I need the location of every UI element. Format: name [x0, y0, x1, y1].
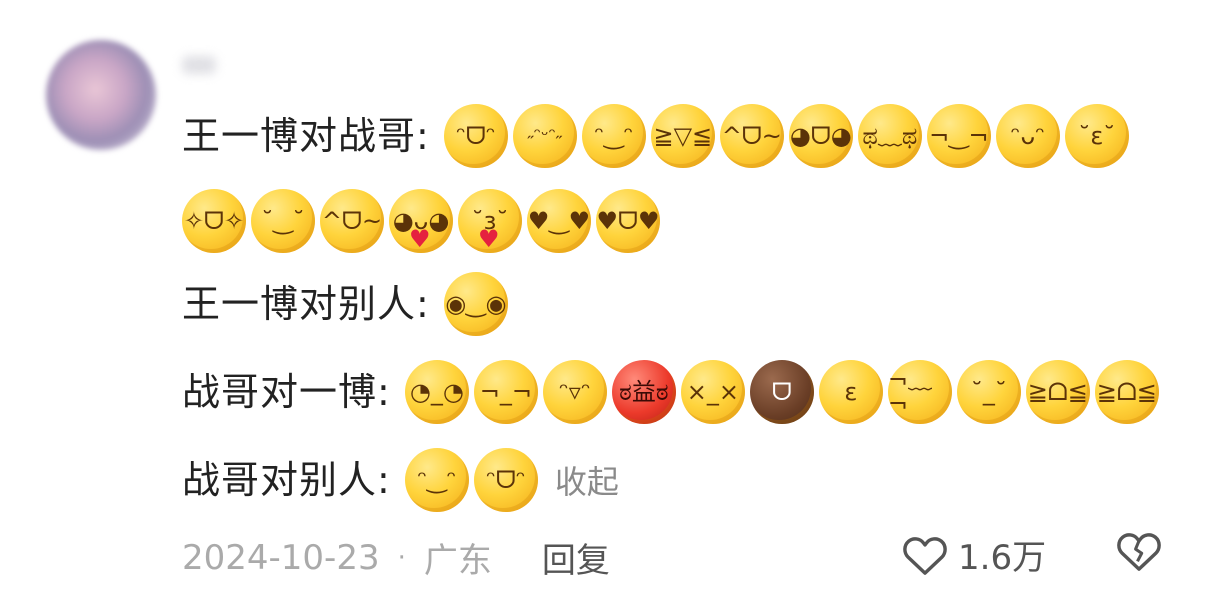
eye-roll-emoji-icon: ◔_◔ [404, 360, 469, 424]
annoyed-emoji-icon: ¬_¬ [473, 360, 538, 424]
scream-emoji-icon: ≧ᗝ≦ [1094, 360, 1159, 424]
grin-emoji-icon: ᵔᗜᵔ [443, 104, 508, 168]
line-colon: : [416, 114, 430, 158]
heart-outline-icon [903, 536, 947, 575]
like-count: 1.6万 [958, 538, 1047, 578]
collapse-button[interactable]: 收起 [555, 457, 619, 503]
comment-date: 2024-10-23 [182, 537, 380, 578]
smile-emoji-icon: ᵔ‿ᵔ [581, 104, 646, 168]
line-label: 战哥对一博 [182, 370, 378, 414]
comment-line: 战哥对别人: ᵔ‿ᵔ ᵔᗜᵔ 收起 [182, 448, 619, 512]
line-colon: : [416, 282, 430, 326]
silly-emoji-icon: ◕ᗜ◕ [788, 104, 853, 168]
meta-separator: · [397, 542, 406, 573]
line-colon: : [377, 458, 391, 502]
plain-smile-emoji-icon: ◉‿◉ [443, 272, 508, 336]
wink-peace-emoji-icon: ^ᗜ~ [719, 104, 784, 168]
comment-line: 战哥对一博: ◔_◔ ¬_¬ ᵔ▿ᵔ ಠ益ಠ ×_× ᗜ ε ¬﹏¬ ˘_˘ ≧ᗝ≦ ≧ᗝ≦ [182, 360, 1164, 424]
sweat-grin-emoji-icon: ᵔ▿ᵔ [542, 360, 607, 424]
dislike-button[interactable] [1116, 530, 1162, 576]
line-label: 王一博对战哥 [182, 114, 417, 158]
blush-emoji-icon: ˘ε˘ [1064, 104, 1129, 168]
smile-emoji-icon: ᵔ‿ᵔ [404, 448, 469, 512]
brown-laugh-emoji-icon: ᗜ [749, 360, 814, 424]
broken-heart-icon [1117, 533, 1161, 571]
sideeye-sweat-emoji-icon: ¬﹏¬ [887, 360, 952, 424]
starstruck-emoji-icon: ✧ᗜ✧ [182, 189, 246, 253]
anxious-emoji-icon: ಥ﹏ಥ [857, 104, 922, 168]
scream-emoji-icon: ≧ᗝ≦ [1025, 360, 1090, 424]
line-label: 王一博对别人 [182, 282, 417, 326]
grin-emoji-icon: ᵔᗜᵔ [473, 448, 538, 512]
kiss-emoji-icon: ˘з˘ [458, 189, 522, 253]
facepalm-emoji-icon: ×_× [680, 360, 745, 424]
angry-emoji-icon: ಠ益ಠ [611, 360, 676, 424]
comment-line: 王一博对别人: ◉‿◉ [182, 272, 513, 336]
laugh-emoji-icon: ≧▽≦ [650, 104, 715, 168]
avatar[interactable] [46, 40, 156, 150]
smirk-emoji-icon: ¬‿¬ [926, 104, 991, 168]
comment-meta: 2024-10-23 · 广东 回复 [182, 533, 610, 582]
beam-emoji-icon: ˶ᵔᵕᵔ˶ [512, 104, 577, 168]
reply-button[interactable]: 回复 [542, 533, 610, 582]
heart-hands-emoji-icon: ◕ᴗ◕ [389, 189, 453, 253]
pout-emoji-icon: ε [818, 360, 883, 424]
comment-location: 广东 [423, 541, 492, 581]
thinking-emoji-icon: ˘_˘ [956, 360, 1021, 424]
hug-emoji-icon: ᵔᴗᵔ [995, 104, 1060, 168]
comment-line: 王一博对战哥: ᵔᗜᵔ ˶ᵔᵕᵔ˶ ᵔ‿ᵔ ≧▽≦ ^ᗜ~ ◕ᗜ◕ ಥ﹏ಥ ¬‿¬ ᵔᴗᵔ ˘ε˘ [182, 104, 1134, 168]
content-emoji-icon: ˘‿˘ [251, 189, 315, 253]
wink-peace-emoji-icon: ^ᗜ~ [320, 189, 384, 253]
heart-eyes-emoji-icon: ♥‿♥ [527, 189, 591, 253]
username-blurred[interactable] [182, 56, 216, 74]
comment-line: ✧ᗜ✧˘‿˘^ᗜ~◕ᴗ◕˘з˘♥‿♥♥ᗜ♥ [182, 189, 665, 253]
like-button[interactable]: 1.6万 [902, 530, 1046, 579]
line-label: 战哥对别人 [182, 458, 378, 502]
heart-tongue-emoji-icon: ♥ᗜ♥ [596, 189, 660, 253]
line-colon: : [377, 370, 391, 414]
